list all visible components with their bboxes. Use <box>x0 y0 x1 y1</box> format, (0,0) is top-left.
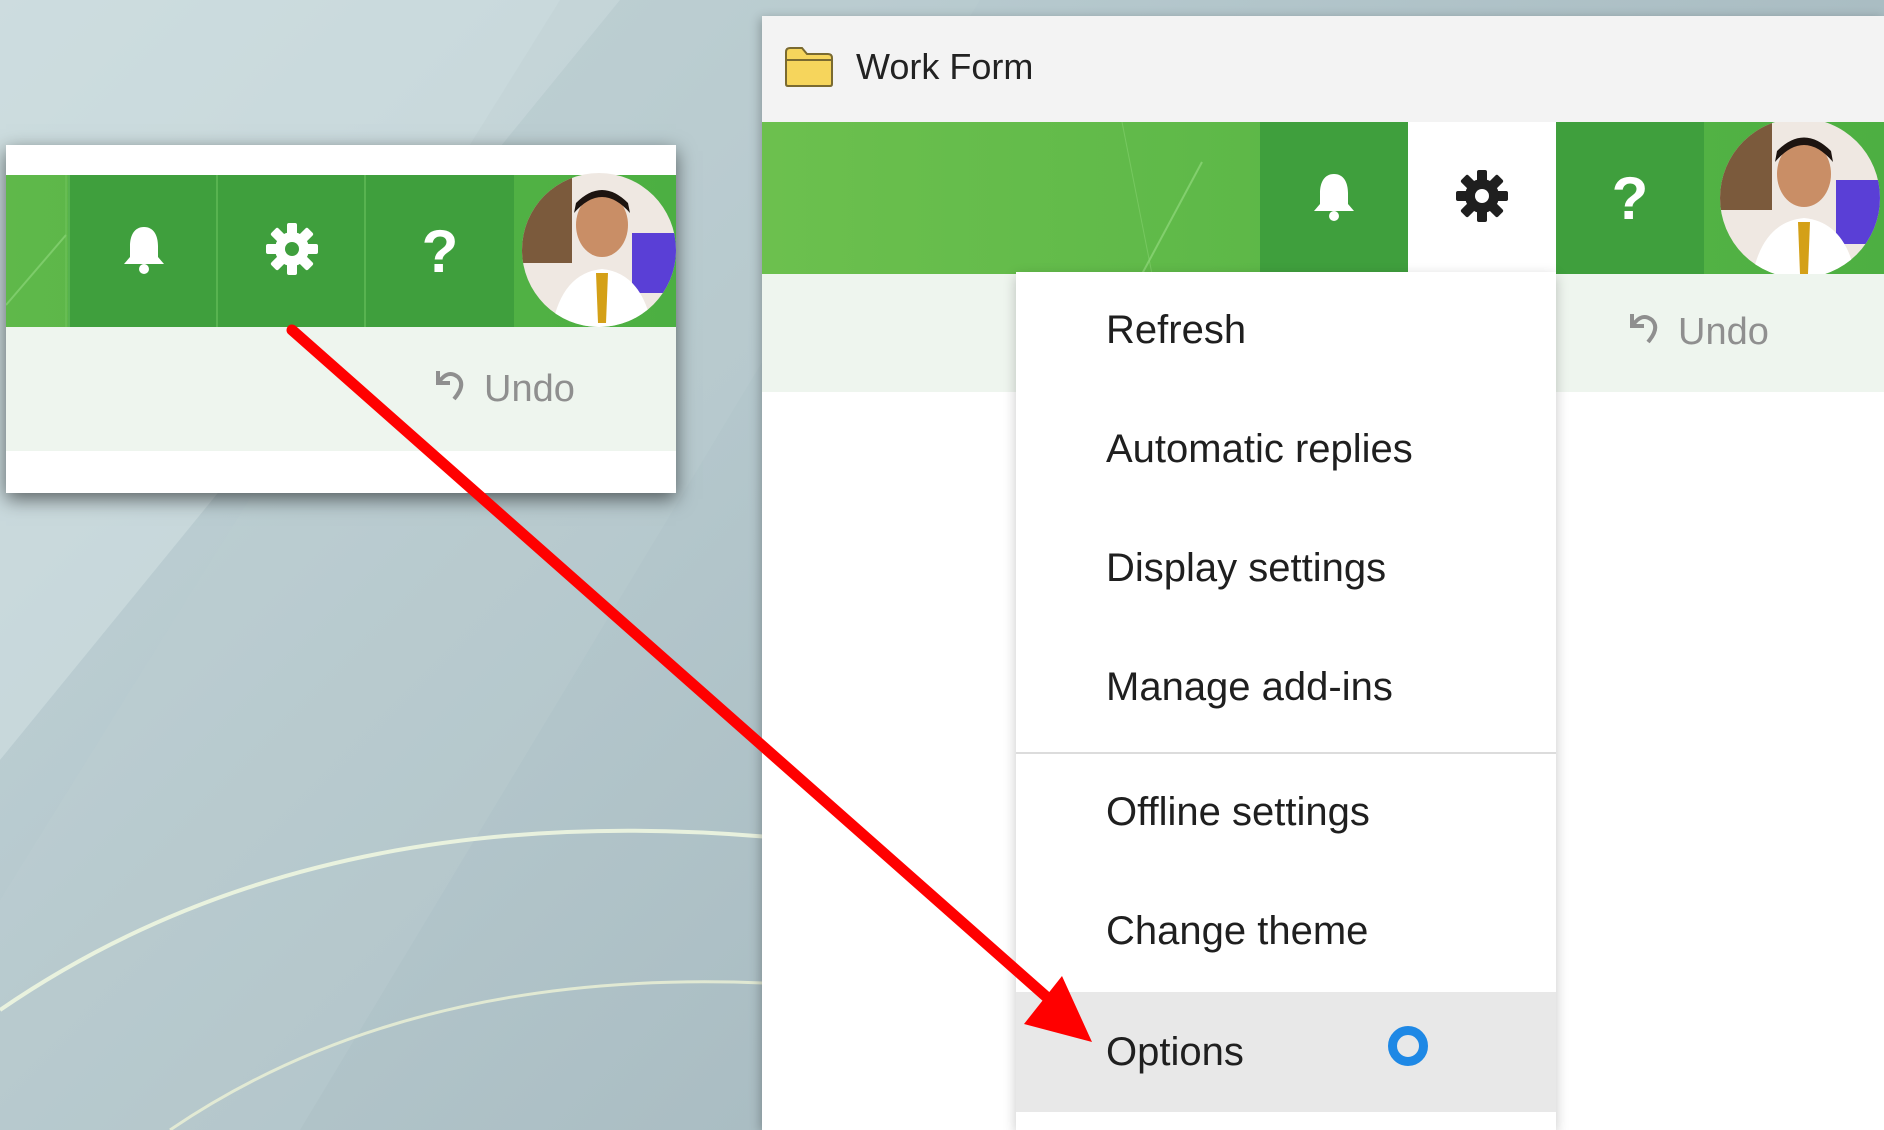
menu-item-options[interactable]: Options <box>1016 992 1556 1112</box>
loading-spinner-icon <box>1388 1026 1428 1066</box>
menu-item-automatic-replies[interactable]: Automatic replies <box>1016 391 1556 507</box>
settings-button[interactable] <box>1408 122 1556 274</box>
undo-label: Undo <box>1678 310 1769 353</box>
undo-label: Undo <box>484 367 575 410</box>
menu-item-label: Display settings <box>1106 545 1387 590</box>
bell-icon <box>1311 170 1357 227</box>
bell-icon <box>121 223 167 280</box>
menu-item-change-theme[interactable]: Change theme <box>1016 873 1556 989</box>
undo-button[interactable]: Undo <box>1624 308 1769 356</box>
snippet-undo-button[interactable]: Undo <box>430 365 575 413</box>
folder-icon <box>784 46 834 93</box>
settings-menu: Refresh Automatic replies Display settin… <box>1016 272 1556 1130</box>
gear-icon <box>265 222 319 281</box>
menu-item-offline-settings[interactable]: Offline settings <box>1016 754 1556 870</box>
help-button[interactable]: ? <box>1556 122 1704 274</box>
snippet-help-button[interactable]: ? <box>364 175 514 327</box>
app-header: ? <box>762 122 1884 274</box>
menu-item-label: Manage add-ins <box>1106 664 1393 709</box>
app-window: Work Form ? Undo Refresh Automatic repli… <box>762 16 1884 1130</box>
menu-item-label: Automatic replies <box>1106 426 1413 471</box>
help-label: ? <box>421 217 459 285</box>
menu-item-label: Options <box>1106 1029 1244 1074</box>
snippet-toolbar <box>6 327 676 451</box>
menu-item-manage-add-ins[interactable]: Manage add-ins <box>1016 629 1556 745</box>
title-bar: Work Form <box>762 16 1884 122</box>
snippet-settings-button[interactable] <box>216 175 366 327</box>
menu-item-label: Refresh <box>1106 307 1247 352</box>
gear-icon <box>1455 169 1509 228</box>
undo-icon <box>1624 308 1662 356</box>
undo-icon <box>430 365 468 413</box>
menu-item-label: Offline settings <box>1106 789 1370 834</box>
help-label: ? <box>1611 164 1649 232</box>
menu-item-label: Change theme <box>1106 908 1369 953</box>
notification-button[interactable] <box>1260 122 1408 274</box>
avatar[interactable] <box>1720 122 1880 274</box>
snippet-notification-button[interactable] <box>68 175 218 327</box>
window-title: Work Form <box>856 46 1034 87</box>
menu-item-display-settings[interactable]: Display settings <box>1016 510 1556 626</box>
zoomed-snippet: ? Undo <box>6 145 676 493</box>
snippet-avatar[interactable] <box>522 173 676 327</box>
menu-item-refresh[interactable]: Refresh <box>1016 272 1556 388</box>
